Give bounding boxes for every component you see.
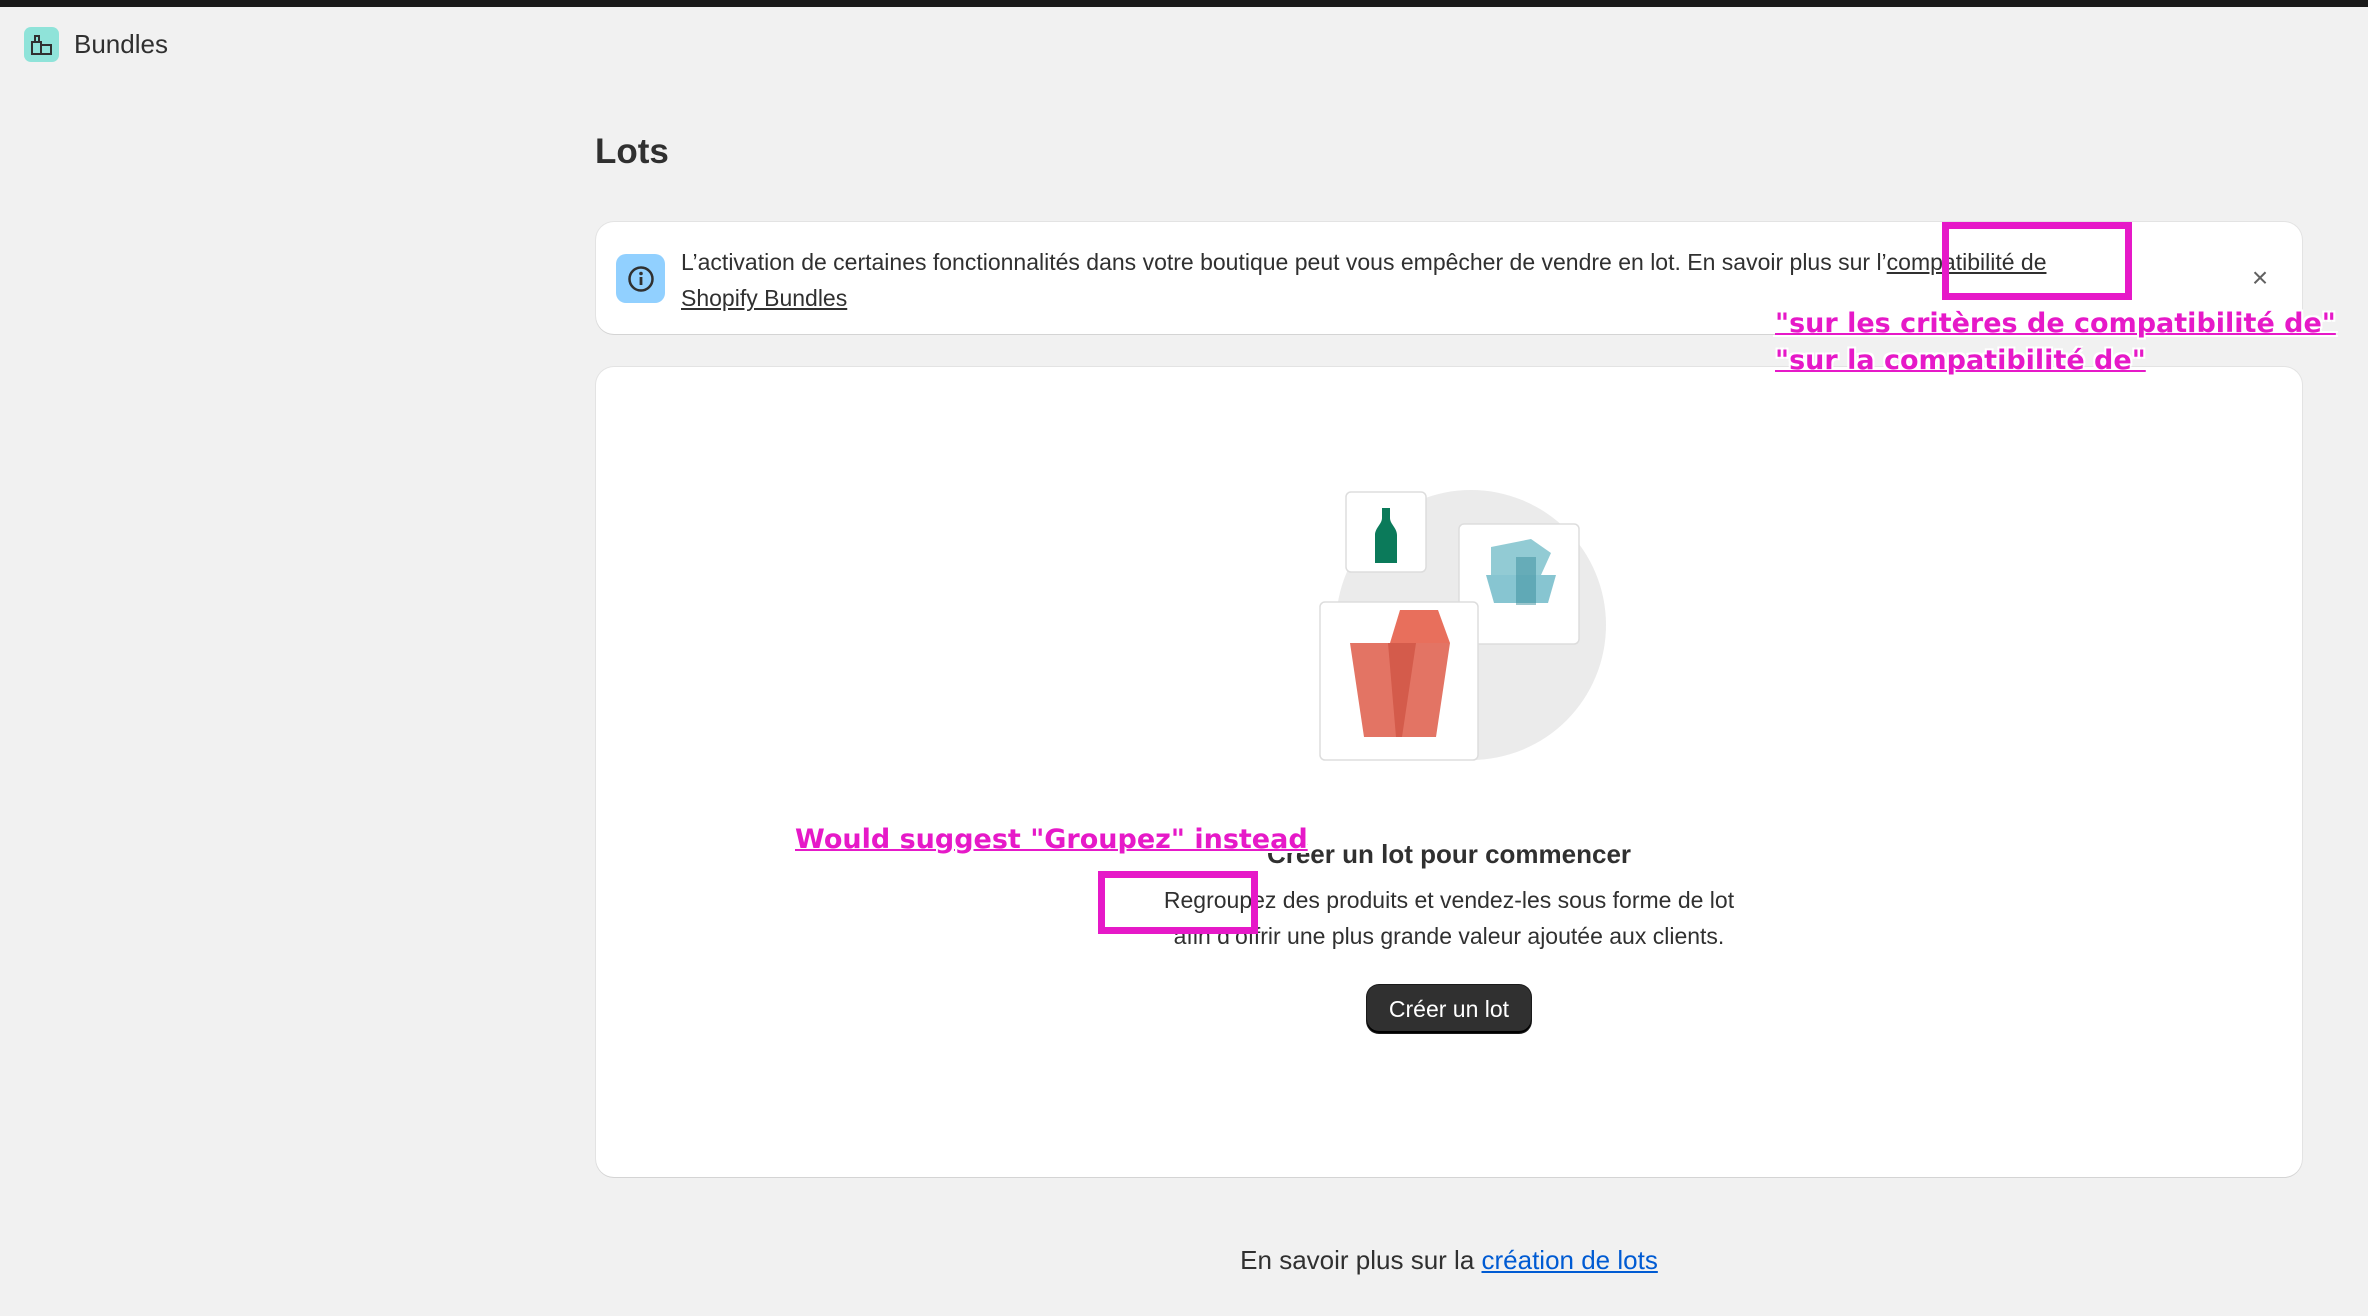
empty-state-card: Créer un lot pour commencer Regroupez de…	[596, 367, 2302, 1177]
banner-message: L’activation de certaines fonctionnalité…	[681, 244, 2121, 316]
annotation-box-compatibility	[1942, 222, 2132, 300]
app-header: Bundles	[0, 7, 2368, 83]
close-icon[interactable]: ×	[2244, 262, 2276, 294]
bundles-icon	[30, 34, 52, 55]
annotation-suggestion-1: "sur les critères de compatibilité de"	[1775, 308, 2336, 339]
page-title: Lots	[595, 132, 669, 171]
bundles-illustration-icon	[1319, 490, 1606, 761]
annotation-suggestion-2: "sur la compatibilité de"	[1775, 345, 2146, 376]
info-icon	[616, 254, 665, 303]
annotation-box-regroupez	[1098, 871, 1258, 934]
bundles-app-icon[interactable]	[24, 27, 59, 62]
top-bar	[0, 0, 2368, 7]
footer-help: En savoir plus sur la création de lots	[0, 1245, 2368, 1276]
create-bundle-button[interactable]: Créer un lot	[1367, 985, 1531, 1033]
footer-help-text: En savoir plus sur la	[1240, 1245, 1482, 1275]
bundle-creation-link[interactable]: création de lots	[1482, 1245, 1658, 1275]
banner-message-text: L’activation de certaines fonctionnalité…	[681, 249, 1887, 275]
app-title[interactable]: Bundles	[74, 29, 168, 60]
annotation-groupez-suggestion: Would suggest "Groupez" instead	[795, 824, 1308, 855]
